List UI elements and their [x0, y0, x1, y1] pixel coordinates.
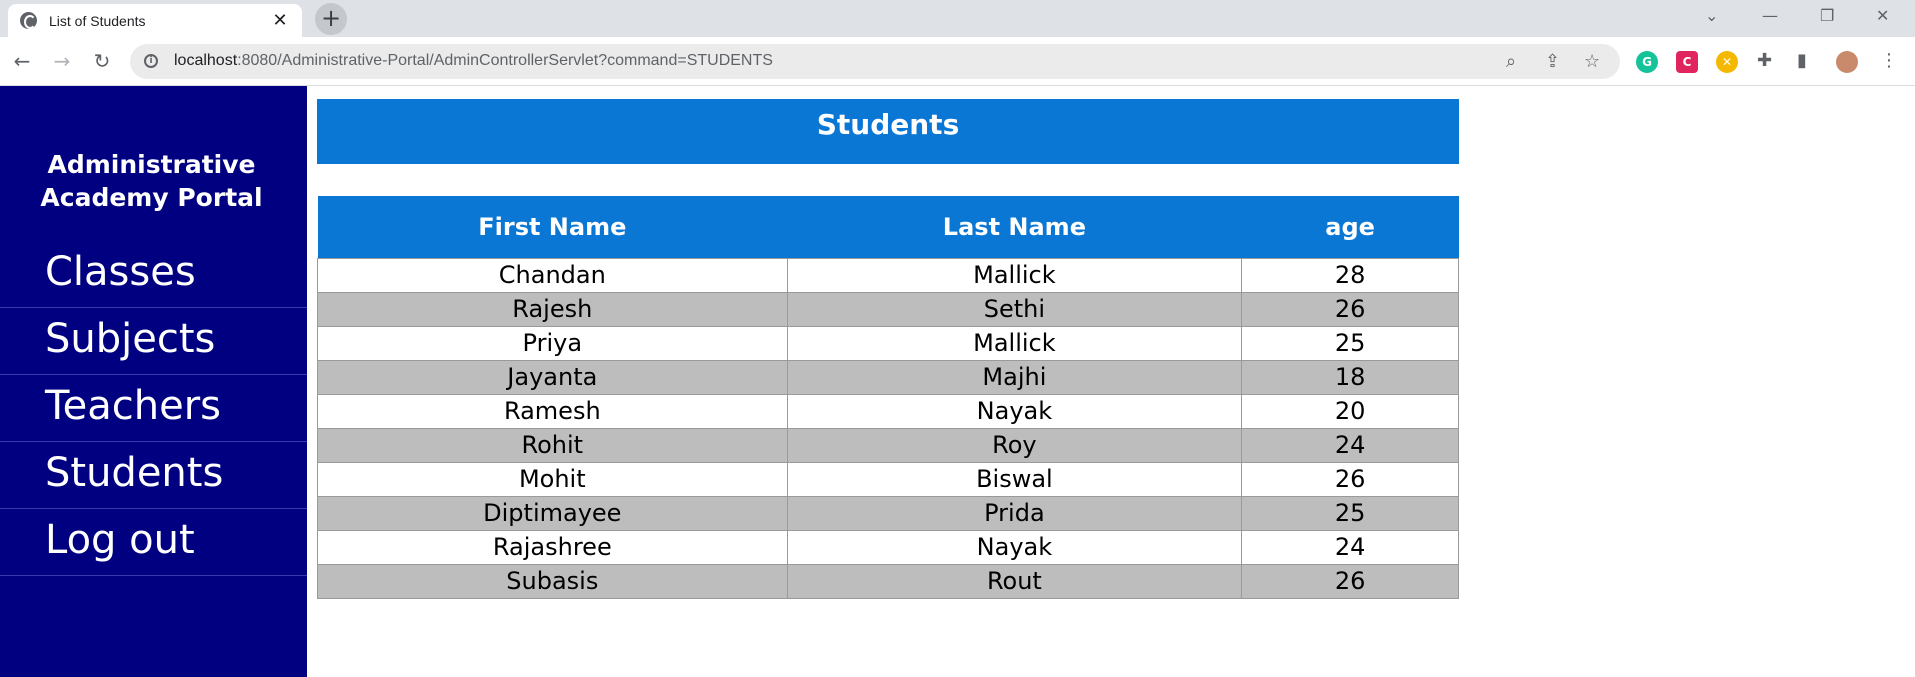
table-row: Mohit Biswal 26 [317, 461, 1459, 497]
brand-line-2: Academy Portal [40, 183, 263, 212]
extension-red-icon[interactable]: C [1676, 51, 1698, 73]
cell-age: 25 [1241, 495, 1459, 531]
globe-icon [20, 12, 37, 29]
cell-first-name: Chandan [317, 257, 788, 293]
column-header-age: age [1241, 196, 1459, 258]
main-content: Students First Name Last Name age Chanda… [317, 99, 1459, 599]
cell-last-name: Nayak [786, 393, 1243, 429]
cell-last-name: Prida [786, 495, 1243, 531]
cell-first-name: Ramesh [317, 393, 788, 429]
cell-last-name: Sethi [786, 291, 1243, 327]
bookmark-star-icon[interactable]: ☆ [1584, 51, 1600, 72]
table-row: Subasis Rout 26 [317, 563, 1459, 599]
extensions-puzzle-icon[interactable]: ✚ [1757, 50, 1772, 71]
forward-icon[interactable]: → [48, 47, 76, 75]
table-row: Diptimayee Prida 25 [317, 495, 1459, 531]
cell-age: 26 [1241, 563, 1459, 599]
new-tab-button[interactable]: + [315, 3, 347, 35]
table-row: Rohit Roy 24 [317, 427, 1459, 463]
back-icon[interactable]: ← [8, 47, 36, 75]
extension-yellow-icon[interactable]: ✕ [1716, 51, 1738, 73]
cell-first-name: Rohit [317, 427, 788, 463]
sidebar-item-classes[interactable]: Classes [0, 241, 307, 308]
sidebar-item-logout[interactable]: Log out [0, 509, 307, 576]
sidebar-nav: Classes Subjects Teachers Students Log o… [0, 241, 307, 576]
cell-last-name: Mallick [786, 257, 1243, 293]
cell-age: 24 [1241, 529, 1459, 565]
students-table: First Name Last Name age Chandan Mallick… [317, 196, 1459, 599]
cell-last-name: Majhi [786, 359, 1243, 395]
tab-title: List of Students [49, 12, 146, 29]
cell-last-name: Nayak [786, 529, 1243, 565]
sidebar: Administrative Academy Portal Classes Su… [0, 86, 307, 677]
cell-first-name: Mohit [317, 461, 788, 497]
site-info-icon[interactable]: i [144, 54, 158, 68]
side-panel-icon[interactable]: ▮ [1797, 50, 1807, 71]
url-text[interactable]: localhost:8080/Administrative-Portal/Adm… [174, 52, 773, 70]
table-row: Ramesh Nayak 20 [317, 393, 1459, 429]
browser-tab[interactable]: List of Students ✕ [8, 4, 302, 37]
portal-brand: Administrative Academy Portal [0, 148, 303, 214]
table-row: Jayanta Majhi 18 [317, 359, 1459, 395]
sidebar-item-subjects[interactable]: Subjects [0, 308, 307, 375]
table-row: Rajashree Nayak 24 [317, 529, 1459, 565]
cell-age: 26 [1241, 291, 1459, 327]
brand-line-1: Administrative [47, 150, 256, 179]
menu-kebab-icon[interactable]: ⋮ [1880, 50, 1898, 71]
page-content: Administrative Academy Portal Classes Su… [0, 86, 1915, 677]
browser-tabstrip: List of Students ✕ + ⌄ — ❐ ✕ [0, 0, 1915, 37]
cell-last-name: Rout [786, 563, 1243, 599]
cell-first-name: Rajesh [317, 291, 788, 327]
close-window-icon[interactable]: ✕ [1876, 6, 1889, 25]
sidebar-item-teachers[interactable]: Teachers [0, 375, 307, 442]
cell-first-name: Jayanta [317, 359, 788, 395]
cell-first-name: Rajashree [317, 529, 788, 565]
cell-last-name: Roy [786, 427, 1243, 463]
page-title: Students [317, 99, 1459, 164]
cell-age: 25 [1241, 325, 1459, 361]
table-row: Priya Mallick 25 [317, 325, 1459, 361]
grammarly-extension-icon[interactable]: G [1636, 51, 1658, 73]
cell-last-name: Mallick [786, 325, 1243, 361]
browser-toolbar: ← → ↻ i localhost:8080/Administrative-Po… [0, 37, 1915, 86]
cell-age: 28 [1241, 257, 1459, 293]
cell-first-name: Priya [317, 325, 788, 361]
cell-age: 26 [1241, 461, 1459, 497]
cell-age: 24 [1241, 427, 1459, 463]
table-row: Rajesh Sethi 26 [317, 291, 1459, 327]
column-header-last-name: Last Name [787, 196, 1242, 258]
table-header-row: First Name Last Name age [317, 196, 1459, 258]
cell-first-name: Diptimayee [317, 495, 788, 531]
profile-avatar[interactable] [1836, 51, 1858, 73]
cell-last-name: Biswal [786, 461, 1243, 497]
restore-icon[interactable]: ❐ [1820, 6, 1834, 25]
zoom-icon[interactable]: ⌕ [1506, 51, 1516, 72]
column-header-first-name: First Name [317, 196, 788, 258]
sidebar-item-students[interactable]: Students [0, 442, 307, 509]
table-row: Chandan Mallick 28 [317, 257, 1459, 293]
address-bar[interactable]: i localhost:8080/Administrative-Portal/A… [130, 44, 1620, 79]
reload-icon[interactable]: ↻ [88, 47, 116, 75]
cell-age: 18 [1241, 359, 1459, 395]
tab-search-icon[interactable]: ⌄ [1705, 6, 1718, 25]
share-icon[interactable]: ⇪ [1545, 51, 1560, 72]
tab-close-icon[interactable]: ✕ [270, 10, 290, 31]
cell-first-name: Subasis [317, 563, 788, 599]
minimize-icon[interactable]: — [1762, 6, 1778, 25]
cell-age: 20 [1241, 393, 1459, 429]
